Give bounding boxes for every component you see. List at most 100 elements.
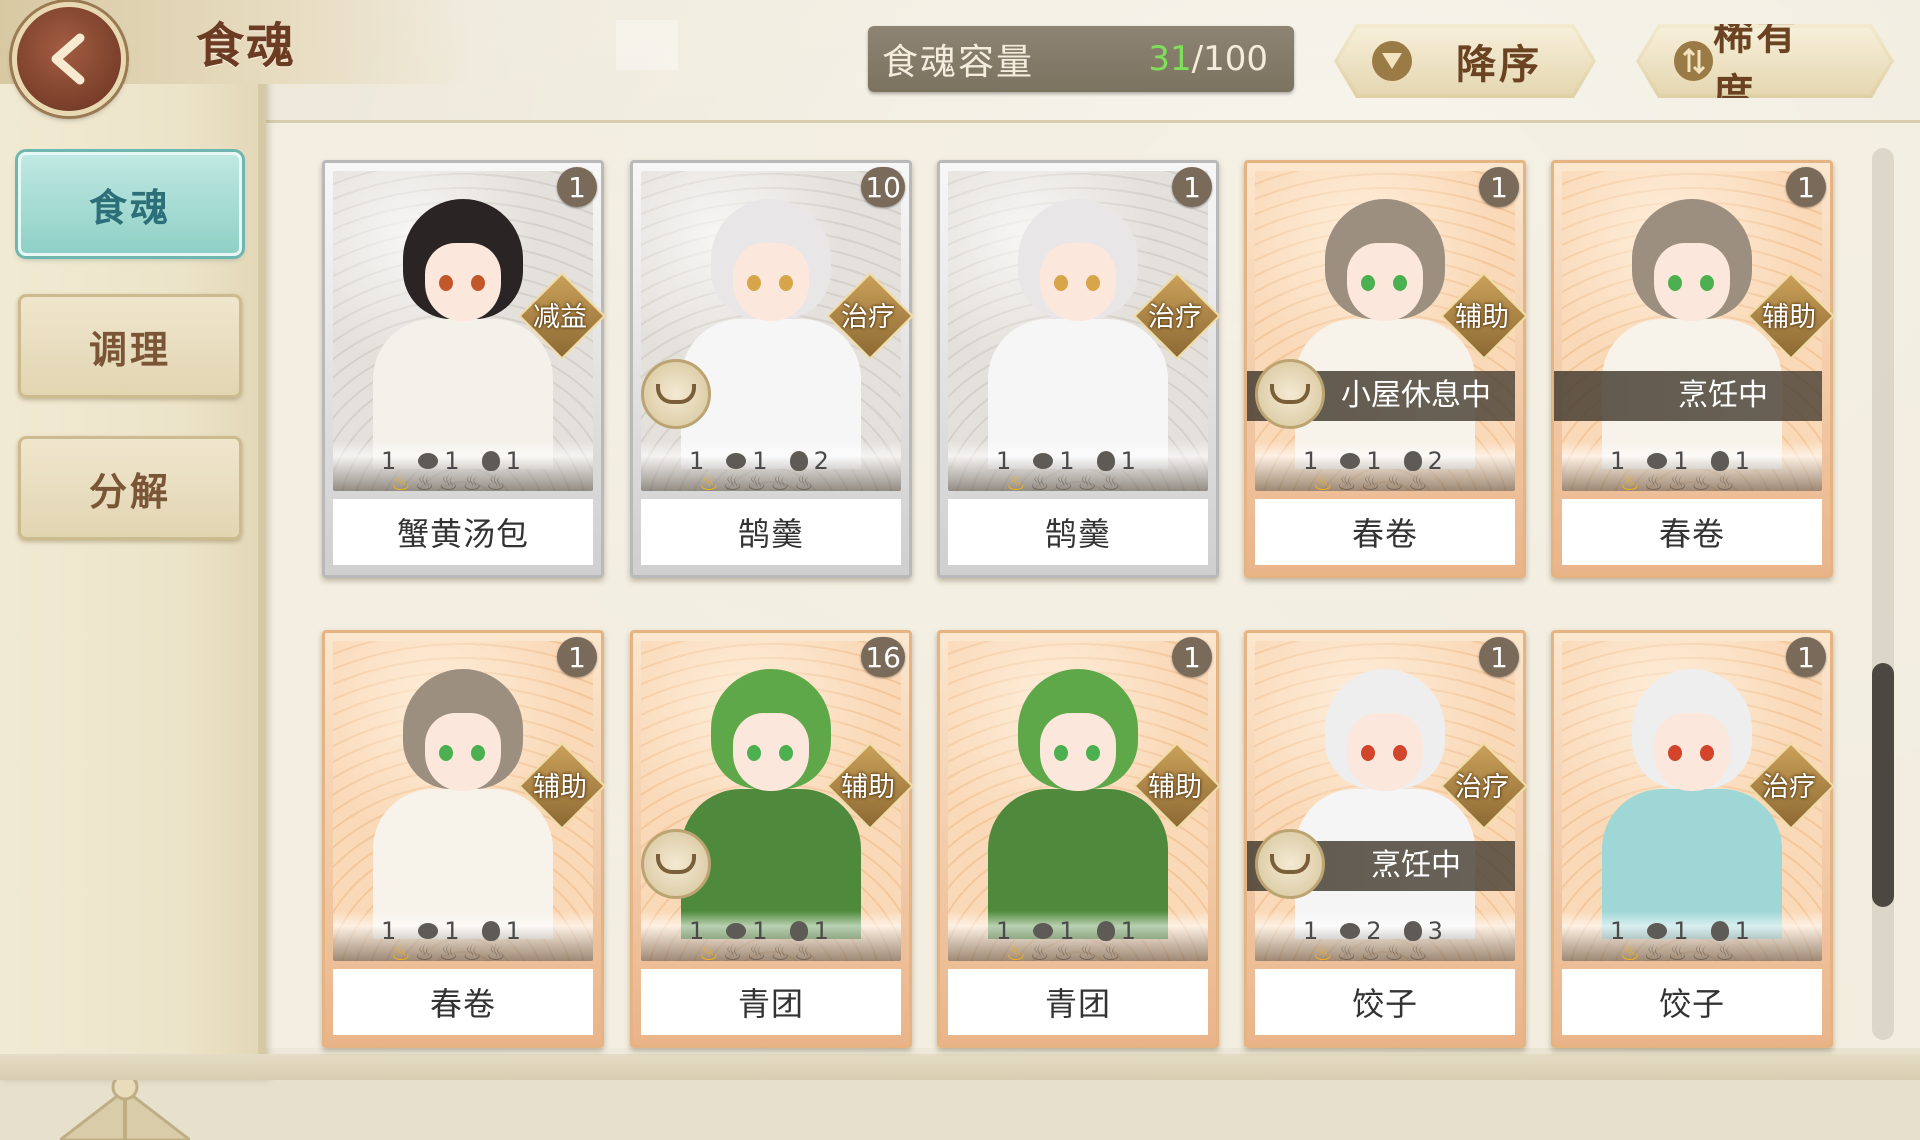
character-eye <box>439 745 453 761</box>
flame-icon: ♨ <box>1620 471 1644 491</box>
count-badge: 1 <box>1479 637 1519 677</box>
flame-icon: ♨ <box>1360 941 1385 961</box>
flame-icon: ♨ <box>722 471 747 491</box>
flame-icon: ♨ <box>746 941 771 961</box>
flame-icon: ♨ <box>462 941 486 961</box>
flame-icon: ♨ <box>485 941 510 961</box>
seed-icon <box>1647 453 1668 469</box>
seed-icon <box>726 453 747 469</box>
character-face <box>1040 243 1116 321</box>
card-name: 春卷 <box>1562 499 1822 565</box>
card-name: 饺子 <box>1562 969 1822 1035</box>
sort-order-button[interactable]: 降序 <box>1334 24 1596 98</box>
sidebar-ornament-icon <box>60 1073 190 1140</box>
sort-order-label: 降序 <box>1456 42 1542 88</box>
character-face <box>1654 713 1730 791</box>
flame-icon: ♨ <box>793 471 818 491</box>
flame-icon: ♨ <box>699 471 723 491</box>
character-face <box>1347 713 1423 791</box>
rarity-flames: ♨♨♨♨♨ <box>391 941 510 961</box>
flame-icon: ♨ <box>1336 941 1361 961</box>
food-soul-card[interactable]: 1 1 1 ♨♨♨♨♨ 治疗 1 饺子 <box>1551 630 1835 1048</box>
flame-icon: ♨ <box>438 471 463 491</box>
card-name: 蟹黄汤包 <box>333 499 593 565</box>
card-name: 鹄羹 <box>948 499 1208 565</box>
role-badge: 治疗 <box>1133 272 1221 360</box>
food-soul-card[interactable]: 1 1 1 ♨♨♨♨♨ 烹饪中 辅助 1 春卷 <box>1551 160 1835 578</box>
role-text: 治疗 <box>1762 772 1816 803</box>
count-badge: 1 <box>557 167 597 207</box>
food-soul-card[interactable]: 1 1 2 ♨♨♨♨♨ 治疗 10 鹄羹 <box>630 160 914 578</box>
food-soul-card[interactable]: 1 1 1 ♨♨♨♨♨ 辅助 1 青团 <box>937 630 1221 1048</box>
role-badge: 辅助 <box>1747 272 1835 360</box>
tab-decompose[interactable]: 分解 <box>18 436 242 540</box>
character-eye <box>1054 275 1068 291</box>
flame-icon: ♨ <box>699 941 723 961</box>
capacity-max: /100 <box>1191 39 1268 79</box>
flame-icon: ♨ <box>1313 941 1337 961</box>
back-button[interactable] <box>12 2 126 116</box>
role-text: 治疗 <box>841 302 895 333</box>
flame-drop-icon <box>789 921 808 941</box>
scrollbar-track[interactable] <box>1872 148 1894 1040</box>
food-soul-card[interactable]: 1 1 1 ♨♨♨♨♨ 辅助 1 春卷 <box>322 630 606 1048</box>
count-badge: 1 <box>1479 167 1519 207</box>
food-soul-card[interactable]: 1 1 1 ♨♨♨♨♨ 辅助 16 青团 <box>630 630 914 1048</box>
food-soul-card[interactable]: 1 2 3 ♨♨♨♨♨ 烹饪中 治疗 1 饺子 <box>1244 630 1528 1048</box>
flame-icon: ♨ <box>1384 471 1408 491</box>
character-eye <box>1361 275 1375 291</box>
seed-icon <box>418 923 439 939</box>
bowl-icon <box>641 829 711 899</box>
flame-icon: ♨ <box>414 941 439 961</box>
count-badge: 16 <box>861 637 905 677</box>
food-soul-card[interactable]: 1 1 1 ♨♨♨♨♨ 减益 1 蟹黄汤包 <box>322 160 606 578</box>
character-eye <box>471 275 485 291</box>
scrollbar-thumb[interactable] <box>1872 663 1894 907</box>
card-name: 饺子 <box>1255 969 1515 1035</box>
flame-drop-icon <box>789 451 808 471</box>
count-badge: 10 <box>861 167 905 207</box>
role-text: 辅助 <box>1455 302 1509 333</box>
character-eye <box>1086 745 1100 761</box>
count-badge: 1 <box>1786 637 1826 677</box>
count-badge: 1 <box>1172 167 1212 207</box>
character-face <box>733 243 809 321</box>
flame-icon: ♨ <box>1100 471 1125 491</box>
bowl-icon <box>1255 359 1325 429</box>
food-soul-card[interactable]: 1 1 2 ♨♨♨♨♨ 小屋休息中 辅助 1 春卷 <box>1244 160 1528 578</box>
flame-icon: ♨ <box>1667 941 1692 961</box>
role-text: 减益 <box>533 302 587 333</box>
flame-icon: ♨ <box>1407 941 1432 961</box>
bottom-strip <box>0 1054 1920 1080</box>
seed-icon <box>1033 923 1054 939</box>
flame-icon: ♨ <box>485 471 510 491</box>
role-badge: 减益 <box>518 272 606 360</box>
flame-icon: ♨ <box>1313 471 1337 491</box>
rarity-flames: ♨♨♨♨♨ <box>699 941 818 961</box>
flame-icon: ♨ <box>462 471 486 491</box>
role-badge: 治疗 <box>1747 742 1835 830</box>
character-face <box>733 713 809 791</box>
role-text: 治疗 <box>1455 772 1509 803</box>
card-name: 春卷 <box>333 969 593 1035</box>
flame-icon: ♨ <box>1691 941 1715 961</box>
flame-drop-icon <box>481 921 500 941</box>
flame-icon: ♨ <box>1714 941 1739 961</box>
status-text: 烹饪中 <box>1371 848 1461 883</box>
tab-food-souls[interactable]: 食魂 <box>18 152 242 256</box>
role-text: 辅助 <box>841 772 895 803</box>
role-badge: 治疗 <box>826 272 914 360</box>
tab-cooking[interactable]: 调理 <box>18 294 242 398</box>
rarity-flames: ♨♨♨♨♨ <box>699 471 818 491</box>
character-face <box>1347 243 1423 321</box>
capacity-value: 31/100 <box>1148 39 1268 79</box>
character-eye <box>1054 745 1068 761</box>
count-badge: 1 <box>557 637 597 677</box>
rarity-flames: ♨♨♨♨♨ <box>1620 471 1739 491</box>
sort-field-button[interactable]: 稀有度 <box>1636 24 1894 98</box>
role-text: 辅助 <box>1762 302 1816 333</box>
rarity-flames: ♨♨♨♨♨ <box>1313 941 1432 961</box>
food-soul-card[interactable]: 1 1 1 ♨♨♨♨♨ 治疗 1 鹄羹 <box>937 160 1221 578</box>
character-eye <box>1668 275 1682 291</box>
seed-icon <box>726 923 747 939</box>
